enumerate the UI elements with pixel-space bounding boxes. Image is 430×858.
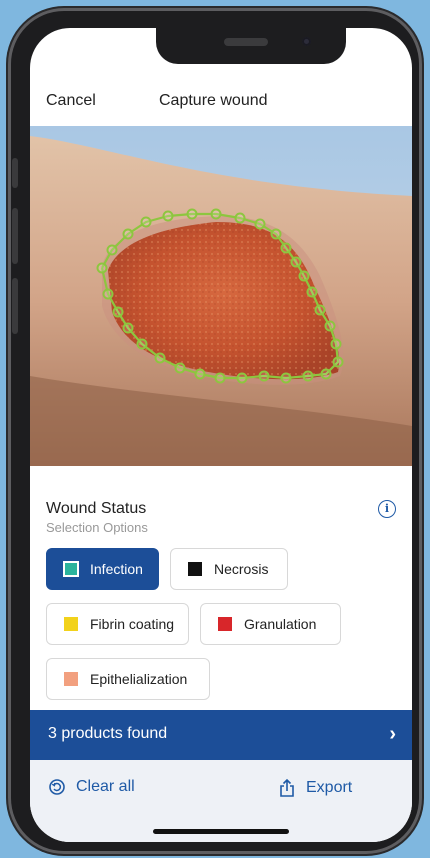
option-granulation[interactable]: Granulation — [200, 603, 341, 645]
products-found-label: 3 products found — [48, 725, 168, 742]
chevron-right-icon: › — [389, 723, 396, 745]
speaker-grille — [224, 38, 268, 46]
bottom-toolbar: Clear all Export — [30, 760, 412, 842]
home-indicator — [153, 829, 289, 834]
necrosis-swatch — [188, 562, 202, 576]
app-screen: Cancel Capture wound Wound Status Select… — [30, 28, 412, 842]
cancel-button[interactable]: Cancel — [46, 92, 96, 110]
option-epithelialization[interactable]: Epithelialization — [46, 658, 210, 700]
products-found-button[interactable]: 3 products found › — [30, 710, 412, 760]
option-label: Necrosis — [214, 561, 269, 577]
infection-swatch — [63, 561, 79, 577]
volume-down-button — [12, 278, 18, 334]
page-title: Capture wound — [159, 92, 268, 109]
fibrin-swatch — [64, 617, 78, 631]
clear-all-label: Clear all — [76, 778, 135, 795]
export-button[interactable]: Export — [278, 778, 352, 798]
notch — [156, 28, 346, 64]
mute-switch — [12, 158, 18, 188]
front-camera-icon — [302, 37, 311, 46]
option-label: Epithelialization — [90, 671, 188, 687]
clear-all-button[interactable]: Clear all — [48, 778, 135, 796]
epithelialization-swatch — [64, 672, 78, 686]
reset-icon — [49, 779, 65, 795]
info-icon[interactable]: i — [378, 500, 396, 518]
option-label: Fibrin coating — [90, 616, 175, 632]
granulation-swatch — [218, 617, 232, 631]
share-icon — [280, 778, 294, 797]
option-necrosis[interactable]: Necrosis — [170, 548, 288, 590]
nav-bar: Cancel Capture wound — [30, 92, 412, 122]
wound-status-header: Wound Status Selection Options i — [46, 500, 396, 535]
option-label: Granulation — [244, 616, 317, 632]
option-fibrin-coating[interactable]: Fibrin coating — [46, 603, 189, 645]
volume-up-button — [12, 208, 18, 264]
wound-status-title: Wound Status — [46, 500, 147, 517]
wound-status-subtitle: Selection Options — [46, 520, 148, 535]
export-label: Export — [306, 779, 353, 796]
wound-photo[interactable] — [30, 126, 412, 466]
option-infection[interactable]: Infection — [46, 548, 159, 590]
option-label: Infection — [90, 561, 143, 577]
